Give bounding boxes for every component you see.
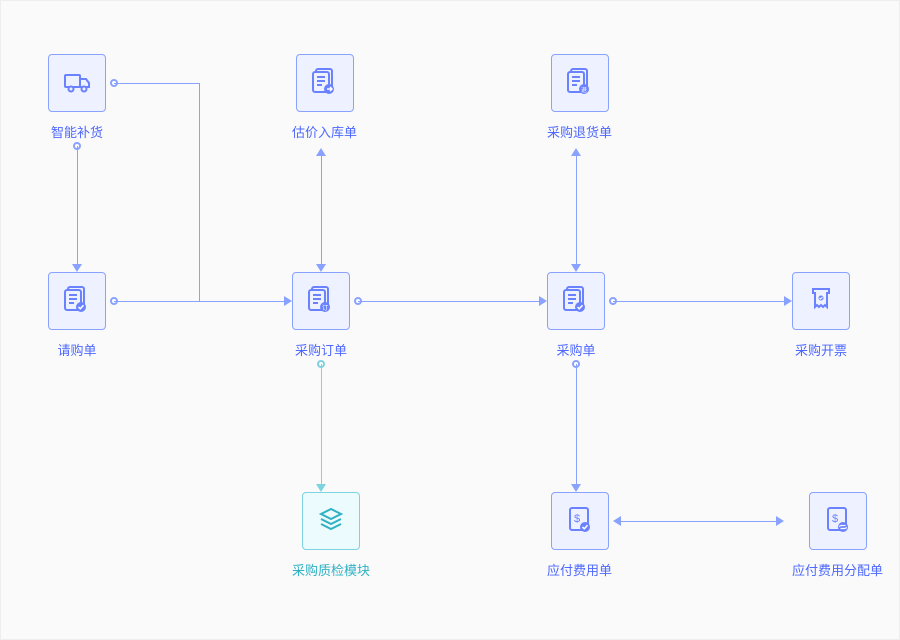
- node-smart-restock[interactable]: 智能补货: [48, 54, 106, 141]
- receipt-icon: [805, 283, 837, 320]
- node-purchase-slip[interactable]: 采购单: [547, 272, 605, 359]
- layers-icon: [315, 503, 347, 540]
- doc-check-icon: [560, 283, 592, 320]
- node-payable-alloc[interactable]: $ 应付费用分配单: [792, 492, 883, 579]
- node-purchase-order[interactable]: 订 采购订单: [292, 272, 350, 359]
- node-label: 采购开票: [795, 340, 847, 359]
- doc-money-icon: $: [564, 503, 596, 540]
- doc-return-icon: 退: [564, 65, 596, 102]
- diagram-canvas: 智能补货 估价入库单 退 采购退货单 请购单 订 采购订单 采购单 采购开票 采…: [1, 1, 899, 639]
- svg-text:退: 退: [580, 86, 586, 94]
- svg-text:$: $: [831, 513, 837, 525]
- svg-text:$: $: [573, 513, 579, 525]
- node-label: 请购单: [57, 340, 96, 359]
- node-label: 智能补货: [51, 122, 103, 141]
- node-estimate-inbound[interactable]: 估价入库单: [292, 54, 357, 141]
- node-label: 采购单: [556, 340, 595, 359]
- svg-text:订: 订: [322, 305, 328, 312]
- node-invoice[interactable]: 采购开票: [792, 272, 850, 359]
- node-label: 应付费用单: [547, 560, 612, 579]
- node-purchase-return[interactable]: 退 采购退货单: [547, 54, 612, 141]
- node-purchase-request[interactable]: 请购单: [48, 272, 106, 359]
- doc-swap-icon: $: [822, 503, 854, 540]
- node-payable[interactable]: $ 应付费用单: [547, 492, 612, 579]
- node-label: 应付费用分配单: [792, 560, 883, 579]
- node-label: 采购订单: [295, 340, 347, 359]
- node-label: 采购退货单: [547, 122, 612, 141]
- truck-icon: [61, 65, 93, 102]
- node-qc-module[interactable]: 采购质检模块: [292, 492, 370, 579]
- doc-arrow-icon: [309, 65, 341, 102]
- doc-order-icon: 订: [305, 283, 337, 320]
- doc-check-icon: [61, 283, 93, 320]
- node-label: 采购质检模块: [292, 560, 370, 579]
- node-label: 估价入库单: [292, 122, 357, 141]
